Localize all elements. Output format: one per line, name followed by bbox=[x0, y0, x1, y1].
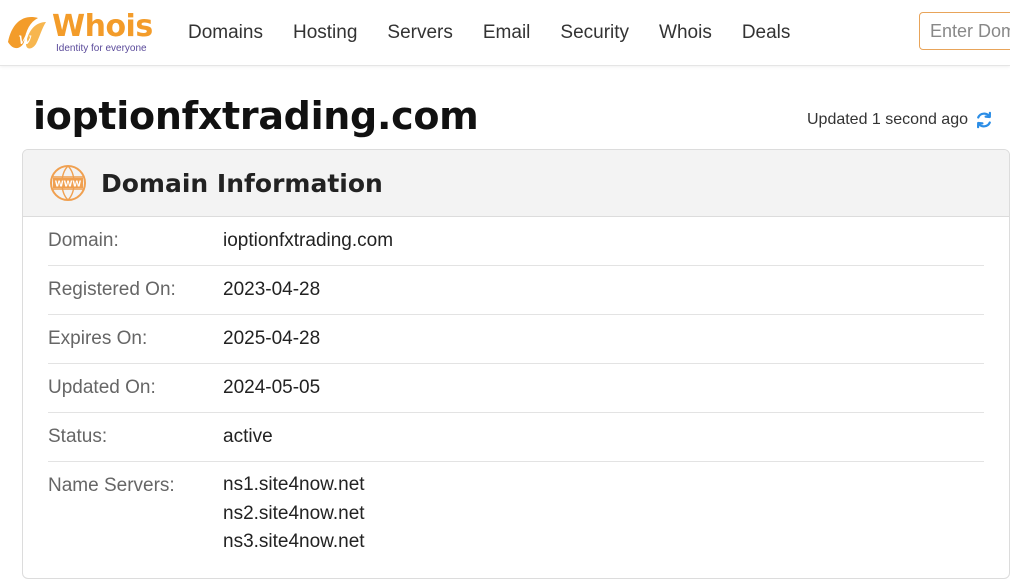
main-nav: Domains Hosting Servers Email Security W… bbox=[188, 0, 820, 66]
updated-status: Updated 1 second ago bbox=[807, 110, 994, 130]
updated-text: Updated 1 second ago bbox=[806, 111, 968, 128]
nav-hosting[interactable]: Hosting bbox=[293, 22, 357, 44]
name-servers-list: ns1.site4now.net ns2.site4now.net ns3.si… bbox=[223, 471, 365, 557]
nav-security[interactable]: Security bbox=[560, 22, 629, 44]
nav-email[interactable]: Email bbox=[483, 22, 531, 44]
status-row: Status: active bbox=[48, 413, 984, 462]
logo-tagline: Identity for everyone bbox=[56, 43, 147, 54]
row-label: Expires On: bbox=[48, 328, 148, 349]
name-servers-row: Name Servers: ns1.site4now.net ns2.site4… bbox=[48, 462, 984, 557]
name-server-item: ns1.site4now.net bbox=[223, 474, 365, 495]
whois-logo-icon: w bbox=[8, 17, 46, 49]
row-value: 2024-05-05 bbox=[223, 377, 321, 398]
nav-deals[interactable]: Deals bbox=[742, 22, 791, 44]
updated-on-row: Updated On: 2024-05-05 bbox=[48, 364, 984, 413]
nav-servers[interactable]: Servers bbox=[387, 22, 452, 44]
row-label: Domain: bbox=[48, 230, 119, 251]
row-label: Registered On: bbox=[48, 279, 176, 300]
nav-whois[interactable]: Whois bbox=[659, 22, 712, 44]
card-title: Domain Information bbox=[101, 168, 383, 198]
www-globe-icon: WWW bbox=[50, 165, 86, 201]
row-value: 2023-04-28 bbox=[223, 279, 321, 300]
name-server-item: ns3.site4now.net bbox=[223, 531, 365, 552]
row-value: 2025-04-28 bbox=[223, 328, 321, 349]
nav-domains[interactable]: Domains bbox=[188, 22, 263, 44]
whois-logo[interactable]: w Whois Identity for everyone bbox=[4, 8, 164, 58]
registered-on-row: Registered On: 2023-04-28 bbox=[48, 266, 984, 315]
row-value: active bbox=[223, 426, 273, 447]
domain-info-table: Domain: ioptionfxtrading.com Registered … bbox=[23, 217, 1009, 557]
name-server-item: ns2.site4now.net bbox=[223, 502, 365, 524]
top-navbar: w Whois Identity for everyone Domains Ho… bbox=[0, 0, 1010, 66]
row-label: Status: bbox=[48, 426, 108, 447]
domain-row: Domain: ioptionfxtrading.com bbox=[48, 217, 984, 266]
logo-wordmark: Whois bbox=[52, 9, 153, 44]
row-label: Updated On: bbox=[48, 377, 156, 398]
row-label: Name Servers: bbox=[48, 475, 175, 496]
expires-on-row: Expires On: 2025-04-28 bbox=[48, 315, 984, 364]
card-header: WWW Domain Information bbox=[23, 150, 1009, 217]
domain-search-input[interactable] bbox=[919, 12, 1010, 50]
row-value: ioptionfxtrading.com bbox=[223, 230, 394, 251]
svg-text:WWW: WWW bbox=[55, 180, 82, 189]
svg-text:w: w bbox=[18, 29, 32, 48]
domain-information-card: WWW Domain Information Domain: ioptionfx… bbox=[22, 149, 1010, 579]
page-title: ioptionfxtrading.com bbox=[33, 94, 479, 138]
refresh-icon[interactable] bbox=[974, 110, 994, 130]
